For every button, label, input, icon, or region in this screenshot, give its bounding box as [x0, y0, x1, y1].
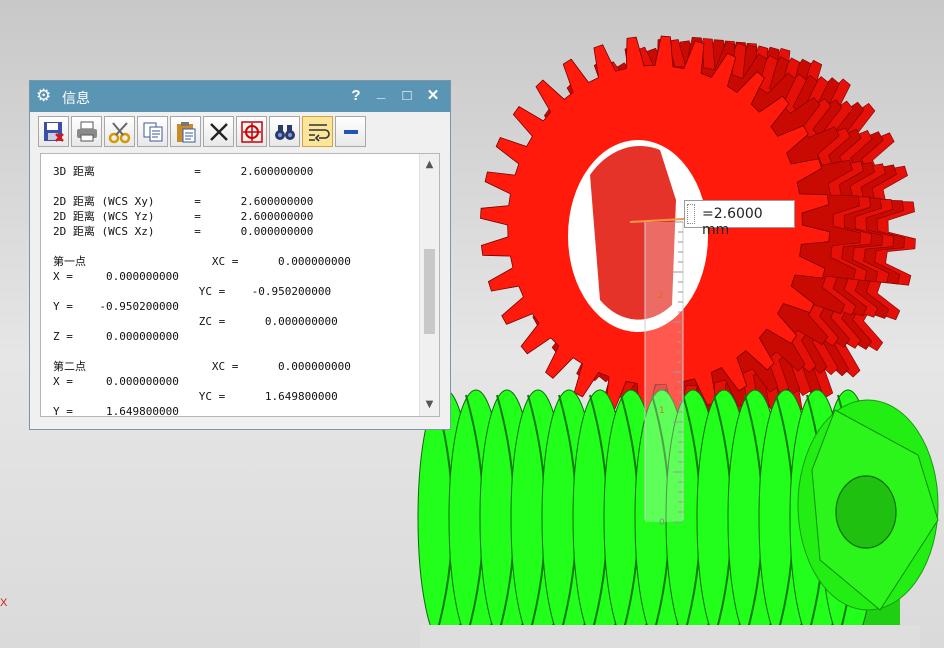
- ruler-label: 2: [658, 291, 664, 301]
- drag-handle-icon[interactable]: [687, 204, 695, 224]
- cut-icon[interactable]: [104, 116, 135, 147]
- info-line: YC = -0.950200000: [53, 285, 332, 298]
- minimize-button[interactable]: _: [371, 82, 391, 104]
- info-toolbar: [38, 116, 448, 150]
- info-line: Z = 0.000000000: [53, 330, 179, 343]
- scroll-down-icon[interactable]: ▼: [420, 396, 439, 414]
- clear-icon[interactable]: [203, 116, 234, 147]
- info-line: ZC = 0.000000000: [53, 315, 338, 328]
- minus-icon[interactable]: [335, 116, 366, 147]
- info-line: YC = 1.649800000: [53, 390, 338, 403]
- close-button[interactable]: ✕: [423, 85, 443, 107]
- word-wrap-icon[interactable]: [302, 116, 333, 147]
- scroll-thumb[interactable]: [424, 249, 435, 334]
- info-line: 第二点 XC = 0.000000000: [53, 360, 351, 373]
- info-line: X = 0.000000000: [53, 375, 179, 388]
- ruler-label: 1: [659, 406, 665, 416]
- info-line: 第一点 XC = 0.000000000: [53, 255, 351, 268]
- worm-clip: [420, 625, 920, 648]
- info-line: 2D 距离 (WCS Yz) = 2.600000000: [53, 210, 314, 223]
- info-line: Y = 1.649800000: [53, 405, 179, 416]
- gear-icon: ⚙: [36, 86, 52, 106]
- info-line: [53, 344, 421, 359]
- info-line: X = 0.000000000: [53, 270, 179, 283]
- worm-bore: [835, 475, 897, 549]
- maximize-button[interactable]: □: [397, 85, 417, 107]
- info-titlebar[interactable]: ⚙ 信息 ? _ □ ✕: [30, 81, 450, 112]
- info-text-panel[interactable]: 3D 距离 = 2.600000000 2D 距离 (WCS Xy) = 2.60…: [40, 153, 440, 417]
- info-line: 3D 距离 = 2.600000000: [53, 165, 314, 178]
- dimension-callout[interactable]: =2.6000 mm: [684, 200, 795, 238]
- scroll-up-icon[interactable]: ▲: [420, 156, 439, 174]
- spur-gear[interactable]: [480, 35, 916, 422]
- info-line: 2D 距离 (WCS Xz) = 0.000000000: [53, 225, 314, 238]
- copy-icon[interactable]: [137, 116, 168, 147]
- help-button[interactable]: ?: [346, 85, 366, 107]
- binoculars-icon[interactable]: [269, 116, 300, 147]
- target-icon[interactable]: [236, 116, 267, 147]
- paste-icon[interactable]: [170, 116, 201, 147]
- print-icon[interactable]: [71, 116, 102, 147]
- info-line: Y = -0.950200000: [53, 300, 179, 313]
- info-line: 2D 距离 (WCS Xy) = 2.600000000: [53, 195, 314, 208]
- dimension-value: =2.6000 mm: [702, 206, 763, 238]
- info-line: [53, 179, 421, 194]
- save-icon[interactable]: [38, 116, 69, 147]
- info-window: ⚙ 信息 ? _ □ ✕ 3D 距离 = 2.600000000 2D 距离 (…: [29, 80, 451, 430]
- vertical-scrollbar[interactable]: ▲ ▼: [419, 154, 439, 416]
- x-axis-label: X: [0, 597, 8, 609]
- window-title: 信息: [62, 91, 90, 107]
- info-line: [53, 239, 421, 254]
- ruler-label: 0: [659, 518, 665, 528]
- info-text: 3D 距离 = 2.600000000 2D 距离 (WCS Xy) = 2.60…: [53, 164, 421, 416]
